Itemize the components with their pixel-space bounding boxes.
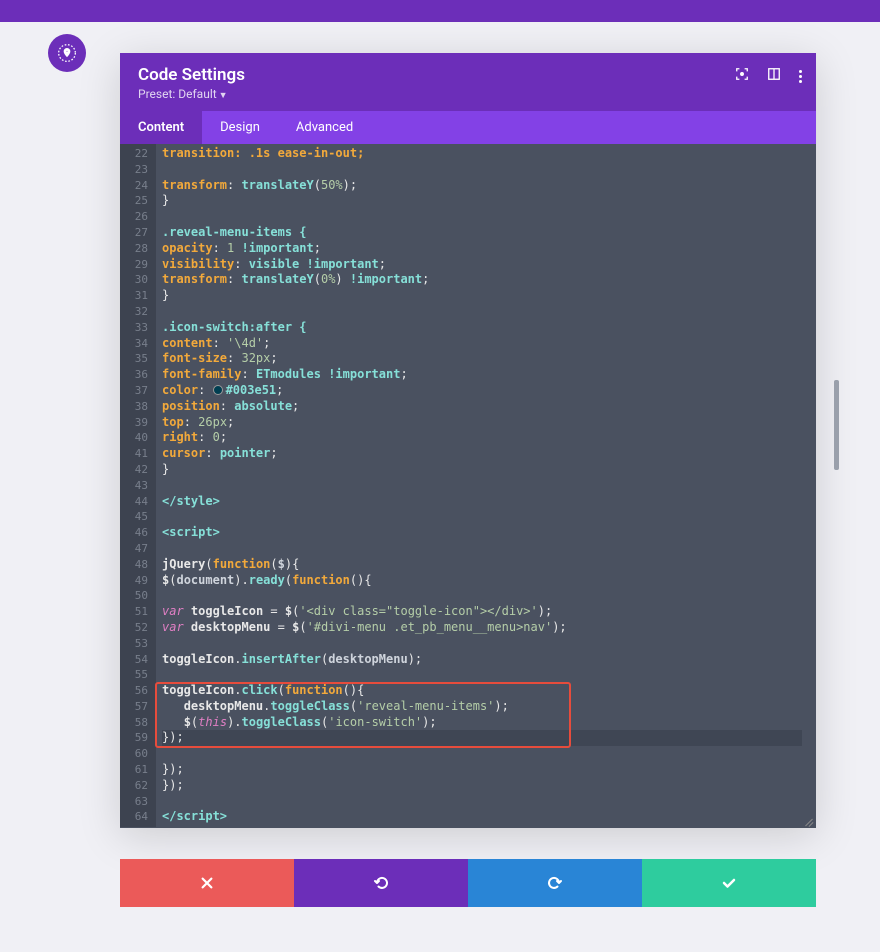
location-badge[interactable] bbox=[48, 34, 86, 72]
code-editor[interactable]: 2223242526272829303132333435363738394041… bbox=[120, 144, 816, 828]
tab-advanced[interactable]: Advanced bbox=[278, 111, 371, 144]
cancel-button[interactable] bbox=[120, 859, 294, 907]
settings-modal: Code Settings Preset: Default▼ Content D… bbox=[120, 53, 816, 828]
save-button[interactable] bbox=[642, 859, 816, 907]
undo-icon bbox=[373, 875, 389, 891]
page-scrollbar[interactable] bbox=[834, 380, 839, 470]
close-icon bbox=[200, 876, 214, 890]
redo-button[interactable] bbox=[468, 859, 642, 907]
undo-button[interactable] bbox=[294, 859, 468, 907]
top-menu-bar bbox=[0, 0, 880, 22]
columns-icon[interactable] bbox=[767, 67, 781, 85]
map-pin-icon bbox=[57, 43, 77, 63]
line-gutter: 2223242526272829303132333435363738394041… bbox=[120, 144, 156, 827]
check-icon bbox=[721, 875, 737, 891]
modal-header: Code Settings Preset: Default▼ bbox=[120, 53, 816, 111]
code-content[interactable]: transition: .1s ease-in-out; transform: … bbox=[162, 146, 802, 825]
tab-design[interactable]: Design bbox=[202, 111, 278, 144]
focus-icon[interactable] bbox=[735, 67, 749, 85]
preset-selector[interactable]: Preset: Default▼ bbox=[138, 87, 798, 101]
settings-tabs: Content Design Advanced bbox=[120, 111, 816, 144]
modal-footer bbox=[120, 859, 816, 907]
modal-title: Code Settings bbox=[138, 65, 798, 85]
redo-icon bbox=[547, 875, 563, 891]
tab-content[interactable]: Content bbox=[120, 111, 202, 144]
more-icon[interactable] bbox=[799, 70, 802, 83]
resize-handle[interactable] bbox=[800, 812, 814, 826]
